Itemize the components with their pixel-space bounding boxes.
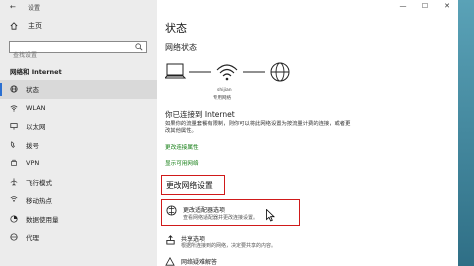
dialup-icon <box>10 141 15 148</box>
sidebar-item-label: 移动热点 <box>26 197 52 206</box>
ethernet-icon <box>10 123 18 130</box>
sidebar-item-label: 拨号 <box>26 141 39 150</box>
network-status-heading: 网络状态 <box>165 43 197 52</box>
wifi-icon <box>216 64 238 81</box>
mouse-cursor-icon <box>266 209 275 222</box>
network-name: shijian <box>217 88 232 93</box>
adapter-icon <box>166 205 177 216</box>
sidebar-item-label: WLAN <box>26 103 46 112</box>
sidebar-item-vpn[interactable]: VPN <box>0 154 157 173</box>
warning-icon <box>165 257 175 266</box>
computer-icon <box>165 63 187 79</box>
data-usage-icon <box>10 215 18 223</box>
minimize-button[interactable]: — <box>392 0 414 12</box>
network-diagram <box>165 62 290 82</box>
sidebar-item-proxy[interactable]: 代理 <box>0 228 157 247</box>
wifi-icon <box>10 105 18 112</box>
sidebar-item-wlan[interactable]: WLAN <box>0 99 157 118</box>
show-networks-link[interactable]: 显示可用网络 <box>165 159 199 167</box>
window-controls: — ☐ ✕ <box>392 0 458 12</box>
sidebar-item-label: 以太网 <box>26 123 46 132</box>
back-button[interactable]: ← <box>10 3 16 11</box>
page-title: 状态 <box>165 22 187 35</box>
sidebar-item-ethernet[interactable]: 以太网 <box>0 117 157 136</box>
sidebar-item-airplane[interactable]: 飞行模式 <box>0 173 157 192</box>
search-input[interactable] <box>10 50 131 61</box>
search-icon <box>135 43 143 51</box>
sidebar-item-label: VPN <box>26 159 40 168</box>
sidebar: ← 设置 主页 网络和 Internet 状态 WLAN 以太网 <box>0 0 157 266</box>
connected-description: 如果你的流量套餐有限制，则你可以将此网络设置为按流量计费的连接，或者更改其他属性… <box>165 121 351 134</box>
sidebar-item-status[interactable]: 状态 <box>0 80 157 99</box>
adapter-title: 更改适配器选项 <box>183 207 226 214</box>
sidebar-item-label: 数据使用量 <box>26 215 59 224</box>
troubleshoot-title: 网络疑难解答 <box>181 259 218 266</box>
sidebar-item-label: 飞行模式 <box>26 178 52 187</box>
internet-globe-icon <box>270 62 290 82</box>
sidebar-nav: 状态 WLAN 以太网 拨号 VPN 飞行模式 移动热点 数据使用量 代理 <box>0 80 157 247</box>
settings-window: ← 设置 主页 网络和 Internet 状态 WLAN 以太网 <box>0 0 458 266</box>
vpn-icon <box>11 160 17 166</box>
sidebar-item-data-usage[interactable]: 数据使用量 <box>0 210 157 229</box>
home-icon <box>10 22 18 30</box>
airplane-icon <box>10 178 18 186</box>
hotspot-icon <box>10 196 18 202</box>
sidebar-item-hotspot[interactable]: 移动热点 <box>0 191 157 210</box>
sharing-options-item[interactable]: 共享选项 根据所连接到的网络，决定要共享的内容。 <box>165 232 365 254</box>
section-heading: 网络和 Internet <box>10 68 62 76</box>
globe-icon <box>10 233 18 241</box>
connected-heading: 你已连接到 Internet <box>165 110 235 119</box>
desktop-background <box>458 0 474 266</box>
sidebar-item-dialup[interactable]: 拨号 <box>0 136 157 155</box>
nav-home[interactable]: 主页 <box>10 21 42 31</box>
search-box[interactable] <box>9 41 147 61</box>
change-settings-heading: 更改网络设置 <box>161 175 225 195</box>
globe-icon <box>10 85 18 93</box>
change-properties-link[interactable]: 更改连接属性 <box>165 143 199 151</box>
sidebar-item-label: 状态 <box>26 86 39 95</box>
home-label: 主页 <box>28 22 42 30</box>
sidebar-item-label: 代理 <box>26 234 39 243</box>
adapter-desc: 查看网络适配器并更改连接设置。 <box>183 215 259 221</box>
network-type: 专用网络 <box>213 96 231 101</box>
maximize-button[interactable]: ☐ <box>414 0 436 12</box>
window-title: 设置 <box>28 5 41 12</box>
close-button[interactable]: ✕ <box>436 0 458 12</box>
sharing-desc: 根据所连接到的网络，决定要共享的内容。 <box>181 243 277 249</box>
main-content: — ☐ ✕ 状态 网络状态 shijian 专用网络 你已连接到 Interne… <box>157 0 458 266</box>
sharing-icon <box>166 235 175 245</box>
change-settings-label: 更改网络设置 <box>166 180 213 190</box>
adapter-options-item[interactable]: 更改适配器选项 查看网络适配器并更改连接设置。 <box>161 199 300 226</box>
